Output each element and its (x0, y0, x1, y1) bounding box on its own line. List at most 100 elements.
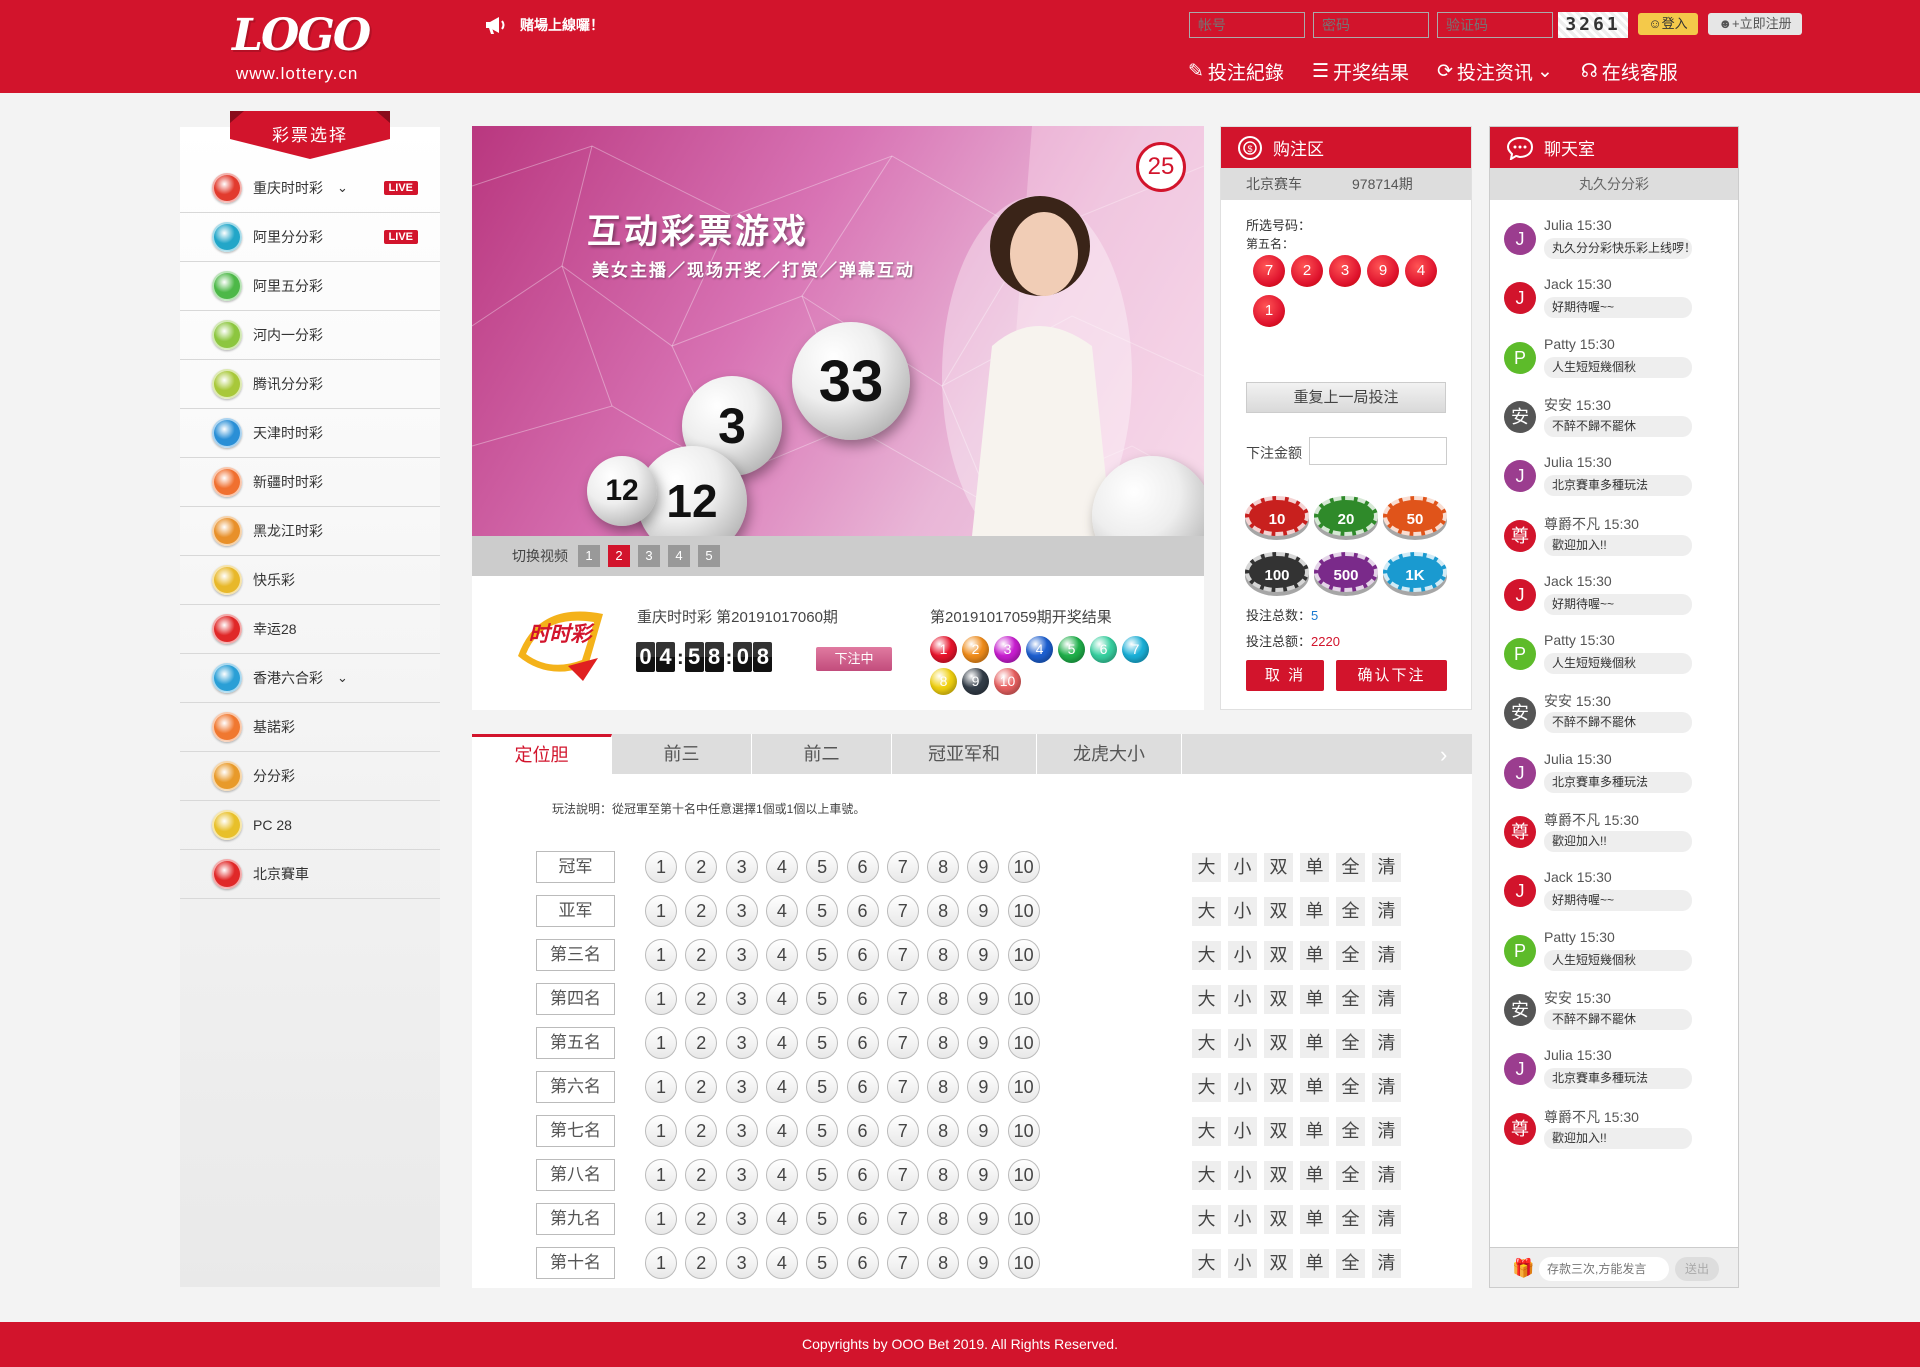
quick-select-button[interactable]: 全 (1336, 1161, 1365, 1190)
avatar[interactable]: 尊 (1504, 1112, 1536, 1145)
number-ball[interactable]: 6 (846, 1159, 879, 1191)
avatar[interactable]: 安 (1504, 993, 1536, 1026)
number-ball[interactable]: 9 (967, 983, 1000, 1015)
captcha-image[interactable]: 3261 (1558, 12, 1628, 38)
quick-select-button[interactable]: 单 (1300, 853, 1329, 882)
quick-select-button[interactable]: 大 (1192, 1249, 1221, 1278)
quick-select-button[interactable]: 单 (1300, 1073, 1329, 1102)
number-ball[interactable]: 3 (725, 1203, 758, 1235)
nav-bet-history[interactable]: ✎ 投注紀錄 (1188, 58, 1284, 85)
number-ball[interactable]: 8 (927, 983, 960, 1015)
number-ball[interactable]: 9 (967, 939, 1000, 971)
number-ball[interactable]: 7 (886, 895, 919, 927)
number-ball[interactable]: 6 (846, 939, 879, 971)
selected-number[interactable]: 3 (1329, 255, 1361, 287)
number-ball[interactable]: 4 (765, 1071, 798, 1103)
number-ball[interactable]: 9 (967, 1247, 1000, 1279)
quick-select-button[interactable]: 单 (1300, 1117, 1329, 1146)
number-ball[interactable]: 9 (967, 1159, 1000, 1191)
tab-playtype[interactable]: 定位胆 (472, 734, 612, 774)
number-ball[interactable]: 10 (1007, 895, 1040, 927)
number-ball[interactable]: 8 (927, 1115, 960, 1147)
quick-select-button[interactable]: 大 (1192, 1161, 1221, 1190)
quick-select-button[interactable]: 双 (1264, 1205, 1293, 1234)
number-ball[interactable]: 7 (886, 1247, 919, 1279)
number-ball[interactable]: 8 (927, 895, 960, 927)
number-ball[interactable]: 9 (967, 895, 1000, 927)
quick-select-button[interactable]: 全 (1336, 897, 1365, 926)
number-ball[interactable]: 9 (967, 851, 1000, 883)
nav-bet-info[interactable]: ⟳ 投注资讯 ⌄ (1437, 58, 1553, 85)
number-ball[interactable]: 7 (886, 939, 919, 971)
number-ball[interactable]: 8 (927, 1071, 960, 1103)
number-ball[interactable]: 5 (806, 1027, 839, 1059)
video-button[interactable]: 1 (578, 545, 600, 567)
number-ball[interactable]: 10 (1007, 1115, 1040, 1147)
bet-chip[interactable]: 100 (1245, 552, 1309, 592)
quick-select-button[interactable]: 全 (1336, 1249, 1365, 1278)
number-ball[interactable]: 2 (685, 1115, 718, 1147)
quick-select-button[interactable]: 双 (1264, 1117, 1293, 1146)
number-ball[interactable]: 1 (645, 895, 677, 927)
video-button[interactable]: 4 (668, 545, 690, 567)
selected-number[interactable]: 9 (1367, 255, 1399, 287)
live-video-banner[interactable]: 互动彩票游戏 美女主播／现场开奖／打赏／弹幕互动 33 3 12 12 25 (472, 126, 1204, 536)
number-ball[interactable]: 8 (927, 1027, 960, 1059)
number-ball[interactable]: 2 (685, 1203, 718, 1235)
sidebar-item[interactable]: 河内一分彩 (180, 311, 440, 360)
quick-select-button[interactable]: 双 (1264, 941, 1293, 970)
number-ball[interactable]: 5 (806, 983, 839, 1015)
quick-select-button[interactable]: 全 (1336, 1205, 1365, 1234)
sidebar-item[interactable]: 阿里五分彩 (180, 262, 440, 311)
number-ball[interactable]: 4 (765, 1247, 798, 1279)
avatar[interactable]: J (1504, 282, 1536, 315)
avatar[interactable]: P (1504, 934, 1536, 967)
quick-select-button[interactable]: 小 (1228, 1249, 1257, 1278)
number-ball[interactable]: 9 (967, 1203, 1000, 1235)
number-ball[interactable]: 8 (927, 939, 960, 971)
avatar[interactable]: J (1504, 223, 1536, 255)
quick-select-button[interactable]: 大 (1192, 1073, 1221, 1102)
cancel-button[interactable]: 取 消 (1246, 660, 1324, 691)
number-ball[interactable]: 1 (645, 1203, 677, 1235)
sidebar-item[interactable]: 阿里分分彩 LIVE (180, 213, 440, 262)
number-ball[interactable]: 7 (886, 1115, 919, 1147)
number-ball[interactable]: 1 (645, 1115, 677, 1147)
selected-number[interactable]: 7 (1253, 255, 1285, 287)
quick-select-button[interactable]: 单 (1300, 941, 1329, 970)
number-ball[interactable]: 3 (725, 851, 758, 883)
chevron-right-icon[interactable]: › (1440, 742, 1447, 768)
number-ball[interactable]: 10 (1007, 1027, 1040, 1059)
number-ball[interactable]: 5 (806, 1247, 839, 1279)
number-ball[interactable]: 6 (846, 1027, 879, 1059)
sidebar-item[interactable]: PC 28 (180, 801, 440, 850)
quick-select-button[interactable]: 大 (1192, 1205, 1221, 1234)
number-ball[interactable]: 4 (765, 851, 798, 883)
number-ball[interactable]: 3 (725, 1071, 758, 1103)
quick-select-button[interactable]: 清 (1372, 1205, 1401, 1234)
quick-select-button[interactable]: 小 (1228, 1161, 1257, 1190)
number-ball[interactable]: 2 (685, 895, 718, 927)
avatar[interactable]: 尊 (1504, 816, 1536, 848)
sidebar-item[interactable]: 腾讯分分彩 (180, 360, 440, 409)
captcha-input[interactable] (1437, 12, 1553, 38)
number-ball[interactable]: 2 (685, 1159, 718, 1191)
number-ball[interactable]: 3 (725, 1159, 758, 1191)
number-ball[interactable]: 7 (886, 851, 919, 883)
quick-select-button[interactable]: 单 (1300, 1205, 1329, 1234)
number-ball[interactable]: 5 (806, 1203, 839, 1235)
number-ball[interactable]: 7 (886, 1159, 919, 1191)
quick-select-button[interactable]: 清 (1372, 853, 1401, 882)
number-ball[interactable]: 9 (967, 1115, 1000, 1147)
quick-select-button[interactable]: 大 (1192, 985, 1221, 1014)
number-ball[interactable]: 3 (725, 1027, 758, 1059)
number-ball[interactable]: 4 (765, 895, 798, 927)
tab-playtype[interactable]: 冠亚军和 (892, 734, 1037, 774)
number-ball[interactable]: 4 (765, 983, 798, 1015)
selected-number[interactable]: 2 (1291, 255, 1323, 287)
account-input[interactable] (1189, 12, 1305, 38)
number-ball[interactable]: 10 (1007, 1247, 1040, 1279)
number-ball[interactable]: 8 (927, 1159, 960, 1191)
bet-chip[interactable]: 1K (1383, 552, 1447, 592)
number-ball[interactable]: 8 (927, 1203, 960, 1235)
